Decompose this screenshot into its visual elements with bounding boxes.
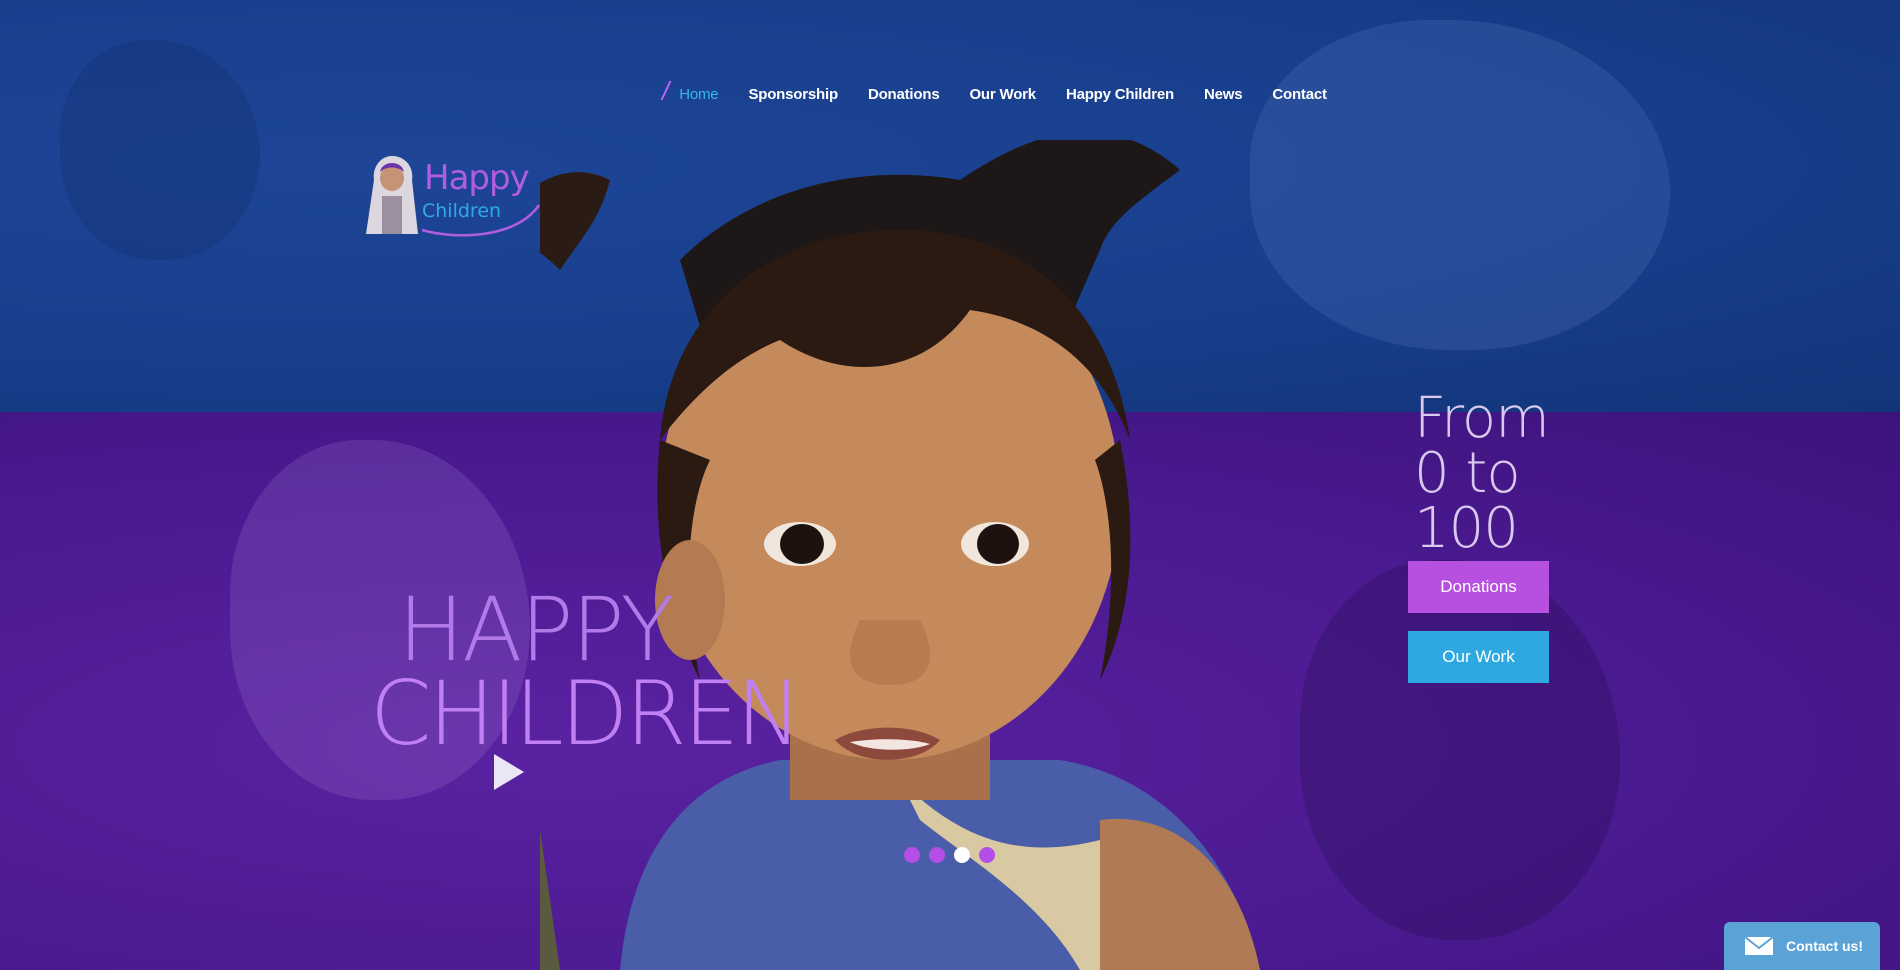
nav-item-sponsorship[interactable]: Sponsorship xyxy=(748,86,838,103)
nav-item-happy-children[interactable]: Happy Children xyxy=(1066,86,1174,103)
hero-section: / Home Sponsorship Donations Our Work Ha… xyxy=(0,0,1900,970)
envelope-icon xyxy=(1744,936,1774,955)
contact-us-widget[interactable]: Contact us! xyxy=(1724,922,1880,970)
nav-item-home[interactable]: Home xyxy=(679,86,718,103)
tagline-line-1: From xyxy=(1414,386,1550,451)
slider-dot-4[interactable] xyxy=(979,847,995,863)
donations-button[interactable]: Donations xyxy=(1408,561,1549,613)
slider-dot-2[interactable] xyxy=(929,847,945,863)
hero-headline: HAPPY CHILDREN xyxy=(370,578,802,765)
play-arrow-icon[interactable] xyxy=(494,754,524,790)
our-work-button[interactable]: Our Work xyxy=(1408,631,1549,683)
tagline-line-2: 0 to xyxy=(1414,440,1521,506)
contact-us-label: Contact us! xyxy=(1786,938,1863,954)
nav-active-indicator: / xyxy=(662,76,670,106)
slider-dot-3[interactable] xyxy=(954,847,970,863)
nav-item-our-work[interactable]: Our Work xyxy=(969,86,1036,103)
main-navigation: / Home Sponsorship Donations Our Work Ha… xyxy=(662,76,1357,107)
nav-item-donations[interactable]: Donations xyxy=(868,86,940,103)
logo-text-happy: Happy xyxy=(424,158,530,198)
site-logo[interactable]: Happy Children xyxy=(362,148,548,240)
logo-child-icon xyxy=(366,156,418,234)
slider-pagination xyxy=(904,847,995,863)
slider-dot-1[interactable] xyxy=(904,847,920,863)
headline-line-2: CHILDREN xyxy=(370,661,802,765)
logo-swoosh xyxy=(421,204,541,237)
tagline-line-3: 100 xyxy=(1414,495,1519,561)
hero-tagline: From 0 to 100 xyxy=(1414,386,1564,561)
child-photo xyxy=(540,140,1260,970)
headline-line-1: HAPPY xyxy=(398,578,674,681)
nav-item-news[interactable]: News xyxy=(1204,86,1243,103)
nav-item-contact[interactable]: Contact xyxy=(1272,86,1327,103)
